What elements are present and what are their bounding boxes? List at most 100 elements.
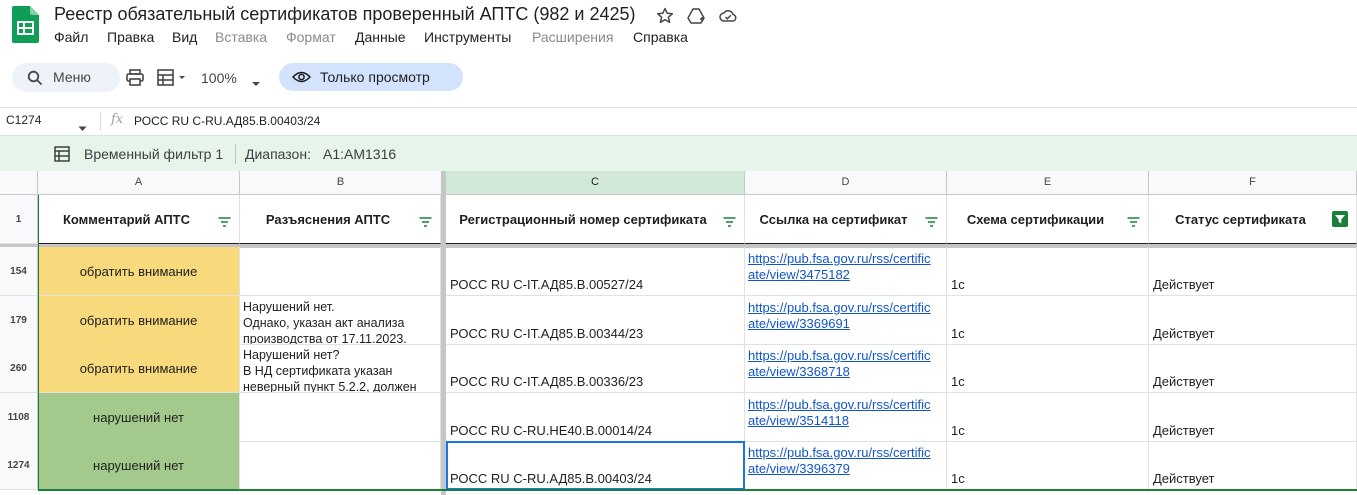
registration-number-cell[interactable]: РОСС RU С-IT.АД85.В.00527/24 (446, 247, 745, 296)
certificate-link-line: https://pub.fsa.gov.ru/rss/certific (748, 300, 931, 315)
comment-cell[interactable]: обратить внимание (38, 247, 240, 296)
certificate-link[interactable]: https://pub.fsa.gov.ru/rss/certific ate/v… (748, 445, 942, 477)
menu-edit[interactable]: Правка (107, 29, 154, 45)
filter-icon[interactable] (218, 215, 231, 227)
fx-icon: fx (111, 112, 124, 127)
range-value[interactable]: A1:AM1316 (323, 146, 396, 162)
certificate-status: Действует (1153, 277, 1215, 292)
row-header[interactable]: 1108 (0, 393, 38, 442)
print-icon[interactable] (126, 69, 144, 91)
registration-number-cell[interactable]: РОСС RU С-RU.НЕ40.В.00014/24 (446, 393, 745, 442)
filter-icon[interactable] (723, 215, 736, 227)
certification-scheme: 1с (951, 423, 965, 438)
menu-file[interactable]: Файл (54, 29, 88, 45)
certification-scheme-cell[interactable]: 1с (947, 441, 1149, 490)
explanation-line: Нарушений нет? (243, 348, 340, 362)
explanation-cell[interactable]: Нарушений нет. Однако, указан акт анализа… (240, 296, 441, 345)
header-cell-b[interactable]: Разъяснения АПТС (240, 195, 441, 244)
registration-number-cell[interactable]: РОСС RU С-RU.АД85.В.00403/24 (446, 441, 745, 490)
filter-view-name[interactable]: Временный фильтр 1 (84, 146, 223, 162)
certificate-link-line: https://pub.fsa.gov.ru/rss/certific (748, 397, 931, 412)
column-header-a[interactable]: A (38, 171, 240, 195)
certificate-status-cell[interactable]: Действует (1149, 344, 1357, 393)
column-header-f[interactable]: F (1149, 171, 1357, 195)
search-menus-button[interactable]: Меню (12, 63, 120, 92)
certificate-link-line: ate/view/3368718 (748, 364, 850, 379)
registration-number-cell[interactable]: РОСС RU С-IT.АД85.В.00336/23 (446, 344, 745, 393)
comment-cell[interactable]: нарушений нет (38, 393, 240, 442)
filter-view-bar: Временный фильтр 1 Диапазон: A1:AM1316 (0, 135, 1357, 171)
sheets-logo-icon[interactable] (12, 6, 39, 43)
certificate-status-cell[interactable]: Действует (1149, 441, 1357, 490)
menu-view[interactable]: Вид (172, 29, 197, 45)
formula-input[interactable]: РОСС RU С-RU.АД85.В.00403/24 (134, 114, 320, 128)
filter-icon[interactable] (925, 215, 938, 227)
certificate-link-cell[interactable]: https://pub.fsa.gov.ru/rss/certific ate/v… (745, 296, 947, 345)
certificate-link-line: ate/view/3396379 (748, 461, 850, 476)
header-label: Разъяснения АПТС (265, 212, 391, 227)
row-header[interactable]: 179 (0, 296, 38, 345)
menu-format[interactable]: Формат (286, 29, 336, 45)
header-cell-c[interactable]: Регистрационный номер сертификата (446, 195, 745, 244)
column-header-b[interactable]: B (240, 171, 442, 195)
header-cell-e[interactable]: Схема сертификации (947, 195, 1149, 244)
certificate-link-line: ate/view/3369691 (748, 316, 850, 331)
active-filter-icon[interactable] (1332, 211, 1348, 227)
explanation-cell[interactable] (240, 441, 441, 490)
header-cell-f[interactable]: Статус сертификата (1149, 195, 1357, 244)
certification-scheme: 1с (951, 326, 965, 341)
certificate-link-cell[interactable]: https://pub.fsa.gov.ru/rss/certific ate/v… (745, 441, 947, 490)
cloud-status-icon[interactable] (718, 6, 738, 26)
certification-scheme-cell[interactable]: 1с (947, 344, 1149, 393)
row-header[interactable]: 1274 (0, 441, 38, 490)
explanation-cell[interactable]: Нарушений нет? В НД сертификата указан нев… (240, 344, 441, 393)
filter-icon[interactable] (419, 215, 432, 227)
registration-number: РОСС RU С-RU.НЕ40.В.00014/24 (450, 423, 653, 438)
explanation-cell[interactable] (240, 247, 441, 296)
column-header-e[interactable]: E (947, 171, 1149, 195)
menu-insert[interactable]: Вставка (215, 29, 267, 45)
row-header[interactable]: 260 (0, 344, 38, 393)
comment-cell[interactable]: обратить внимание (38, 296, 240, 345)
zoom-chevron-down-icon[interactable] (251, 74, 261, 92)
header-cell-d[interactable]: Ссылка на сертификат (745, 195, 947, 244)
certification-scheme-cell[interactable]: 1с (947, 247, 1149, 296)
registration-number: РОСС RU С-IT.АД85.В.00336/23 (450, 374, 644, 389)
header-cell-a[interactable]: Комментарий АПТС (38, 195, 240, 244)
certificate-link-cell[interactable]: https://pub.fsa.gov.ru/rss/certific ate/v… (745, 344, 947, 393)
certificate-status-cell[interactable]: Действует (1149, 393, 1357, 442)
explanation-line: Однако, указан акт анализа (243, 316, 405, 330)
certificate-link[interactable]: https://pub.fsa.gov.ru/rss/certific ate/v… (748, 397, 942, 429)
column-header-c[interactable]: C (446, 171, 745, 195)
column-header-d[interactable]: D (745, 171, 947, 195)
row-header[interactable]: 154 (0, 247, 38, 296)
filter-icon[interactable] (1127, 215, 1140, 227)
certification-scheme-cell[interactable]: 1с (947, 296, 1149, 345)
certificate-link[interactable]: https://pub.fsa.gov.ru/rss/certific ate/v… (748, 300, 942, 332)
menu-data[interactable]: Данные (355, 29, 406, 45)
select-all-corner[interactable] (0, 171, 38, 195)
move-to-drive-icon[interactable] (686, 6, 706, 26)
name-box[interactable]: C1274 (6, 113, 41, 127)
view-only-button[interactable]: Только просмотр (279, 63, 463, 91)
certificate-link-cell[interactable]: https://pub.fsa.gov.ru/rss/certific ate/v… (745, 247, 947, 296)
star-icon[interactable] (655, 6, 675, 26)
menu-extensions[interactable]: Расширения (532, 29, 613, 45)
document-title[interactable]: Реестр обязательный сертификатов провере… (54, 4, 635, 25)
comment-cell[interactable]: обратить внимание (38, 344, 240, 393)
registration-number-cell[interactable]: РОСС RU С-IT.АД85.В.00344/23 (446, 296, 745, 345)
menu-help[interactable]: Справка (633, 29, 688, 45)
certificate-link-cell[interactable]: https://pub.fsa.gov.ru/rss/certific ate/v… (745, 393, 947, 442)
certificate-link[interactable]: https://pub.fsa.gov.ru/rss/certific ate/v… (748, 348, 942, 380)
certificate-status-cell[interactable]: Действует (1149, 296, 1357, 345)
certificate-status-cell[interactable]: Действует (1149, 247, 1357, 296)
row-header-1[interactable]: 1 (0, 195, 38, 244)
comment-cell[interactable]: нарушений нет (38, 441, 240, 490)
certificate-link[interactable]: https://pub.fsa.gov.ru/rss/certific ate/v… (748, 251, 942, 283)
explanation-cell[interactable] (240, 393, 441, 442)
header-label: Комментарий АПТС (62, 212, 191, 227)
format-table-icon[interactable] (157, 69, 189, 91)
zoom-select[interactable]: 100% (201, 70, 237, 86)
certification-scheme-cell[interactable]: 1с (947, 393, 1149, 442)
menu-tools[interactable]: Инструменты (424, 29, 511, 45)
